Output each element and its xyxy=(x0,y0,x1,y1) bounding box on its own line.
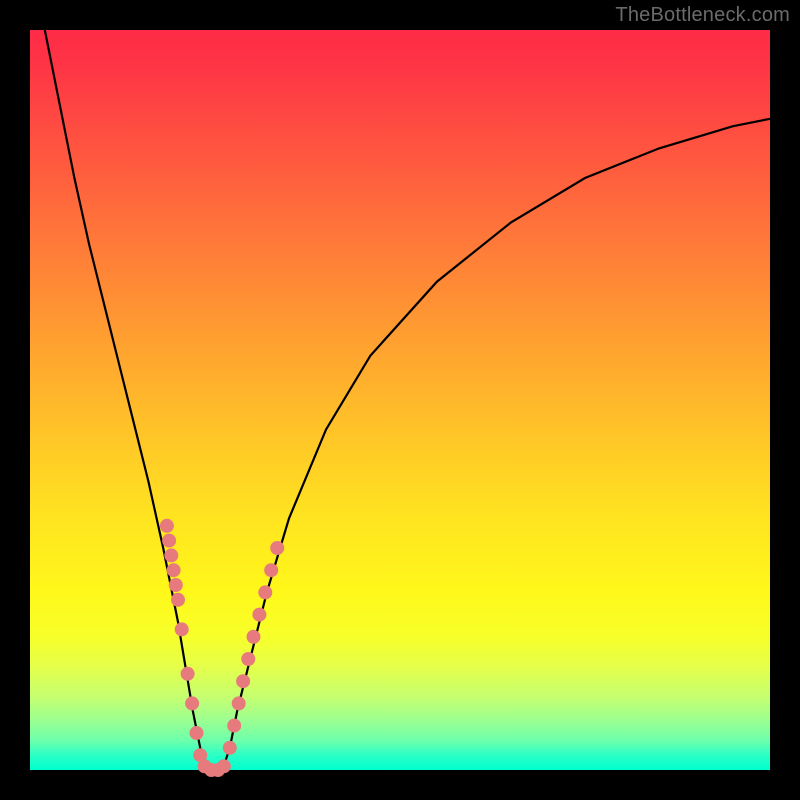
curve-svg xyxy=(30,30,770,770)
accent-dot xyxy=(217,759,231,773)
accent-dots xyxy=(160,519,284,777)
accent-dot xyxy=(190,726,204,740)
chart-stage: TheBottleneck.com xyxy=(0,0,800,800)
accent-dot xyxy=(264,563,278,577)
accent-dot xyxy=(164,548,178,562)
accent-dot xyxy=(185,696,199,710)
watermark-text: TheBottleneck.com xyxy=(615,4,790,27)
accent-dot xyxy=(162,534,176,548)
accent-dot xyxy=(223,741,237,755)
accent-dot xyxy=(227,719,241,733)
accent-dot xyxy=(171,593,185,607)
accent-dot xyxy=(232,696,246,710)
accent-dot xyxy=(241,652,255,666)
accent-dot xyxy=(252,608,266,622)
accent-dot xyxy=(258,585,272,599)
accent-dot xyxy=(236,674,250,688)
plot-area xyxy=(30,30,770,770)
accent-dot xyxy=(181,667,195,681)
accent-dot xyxy=(247,630,261,644)
bottleneck-curve xyxy=(45,30,770,770)
accent-dot xyxy=(169,578,183,592)
accent-dot xyxy=(175,622,189,636)
accent-dot xyxy=(270,541,284,555)
accent-dot xyxy=(160,519,174,533)
accent-dot xyxy=(167,563,181,577)
